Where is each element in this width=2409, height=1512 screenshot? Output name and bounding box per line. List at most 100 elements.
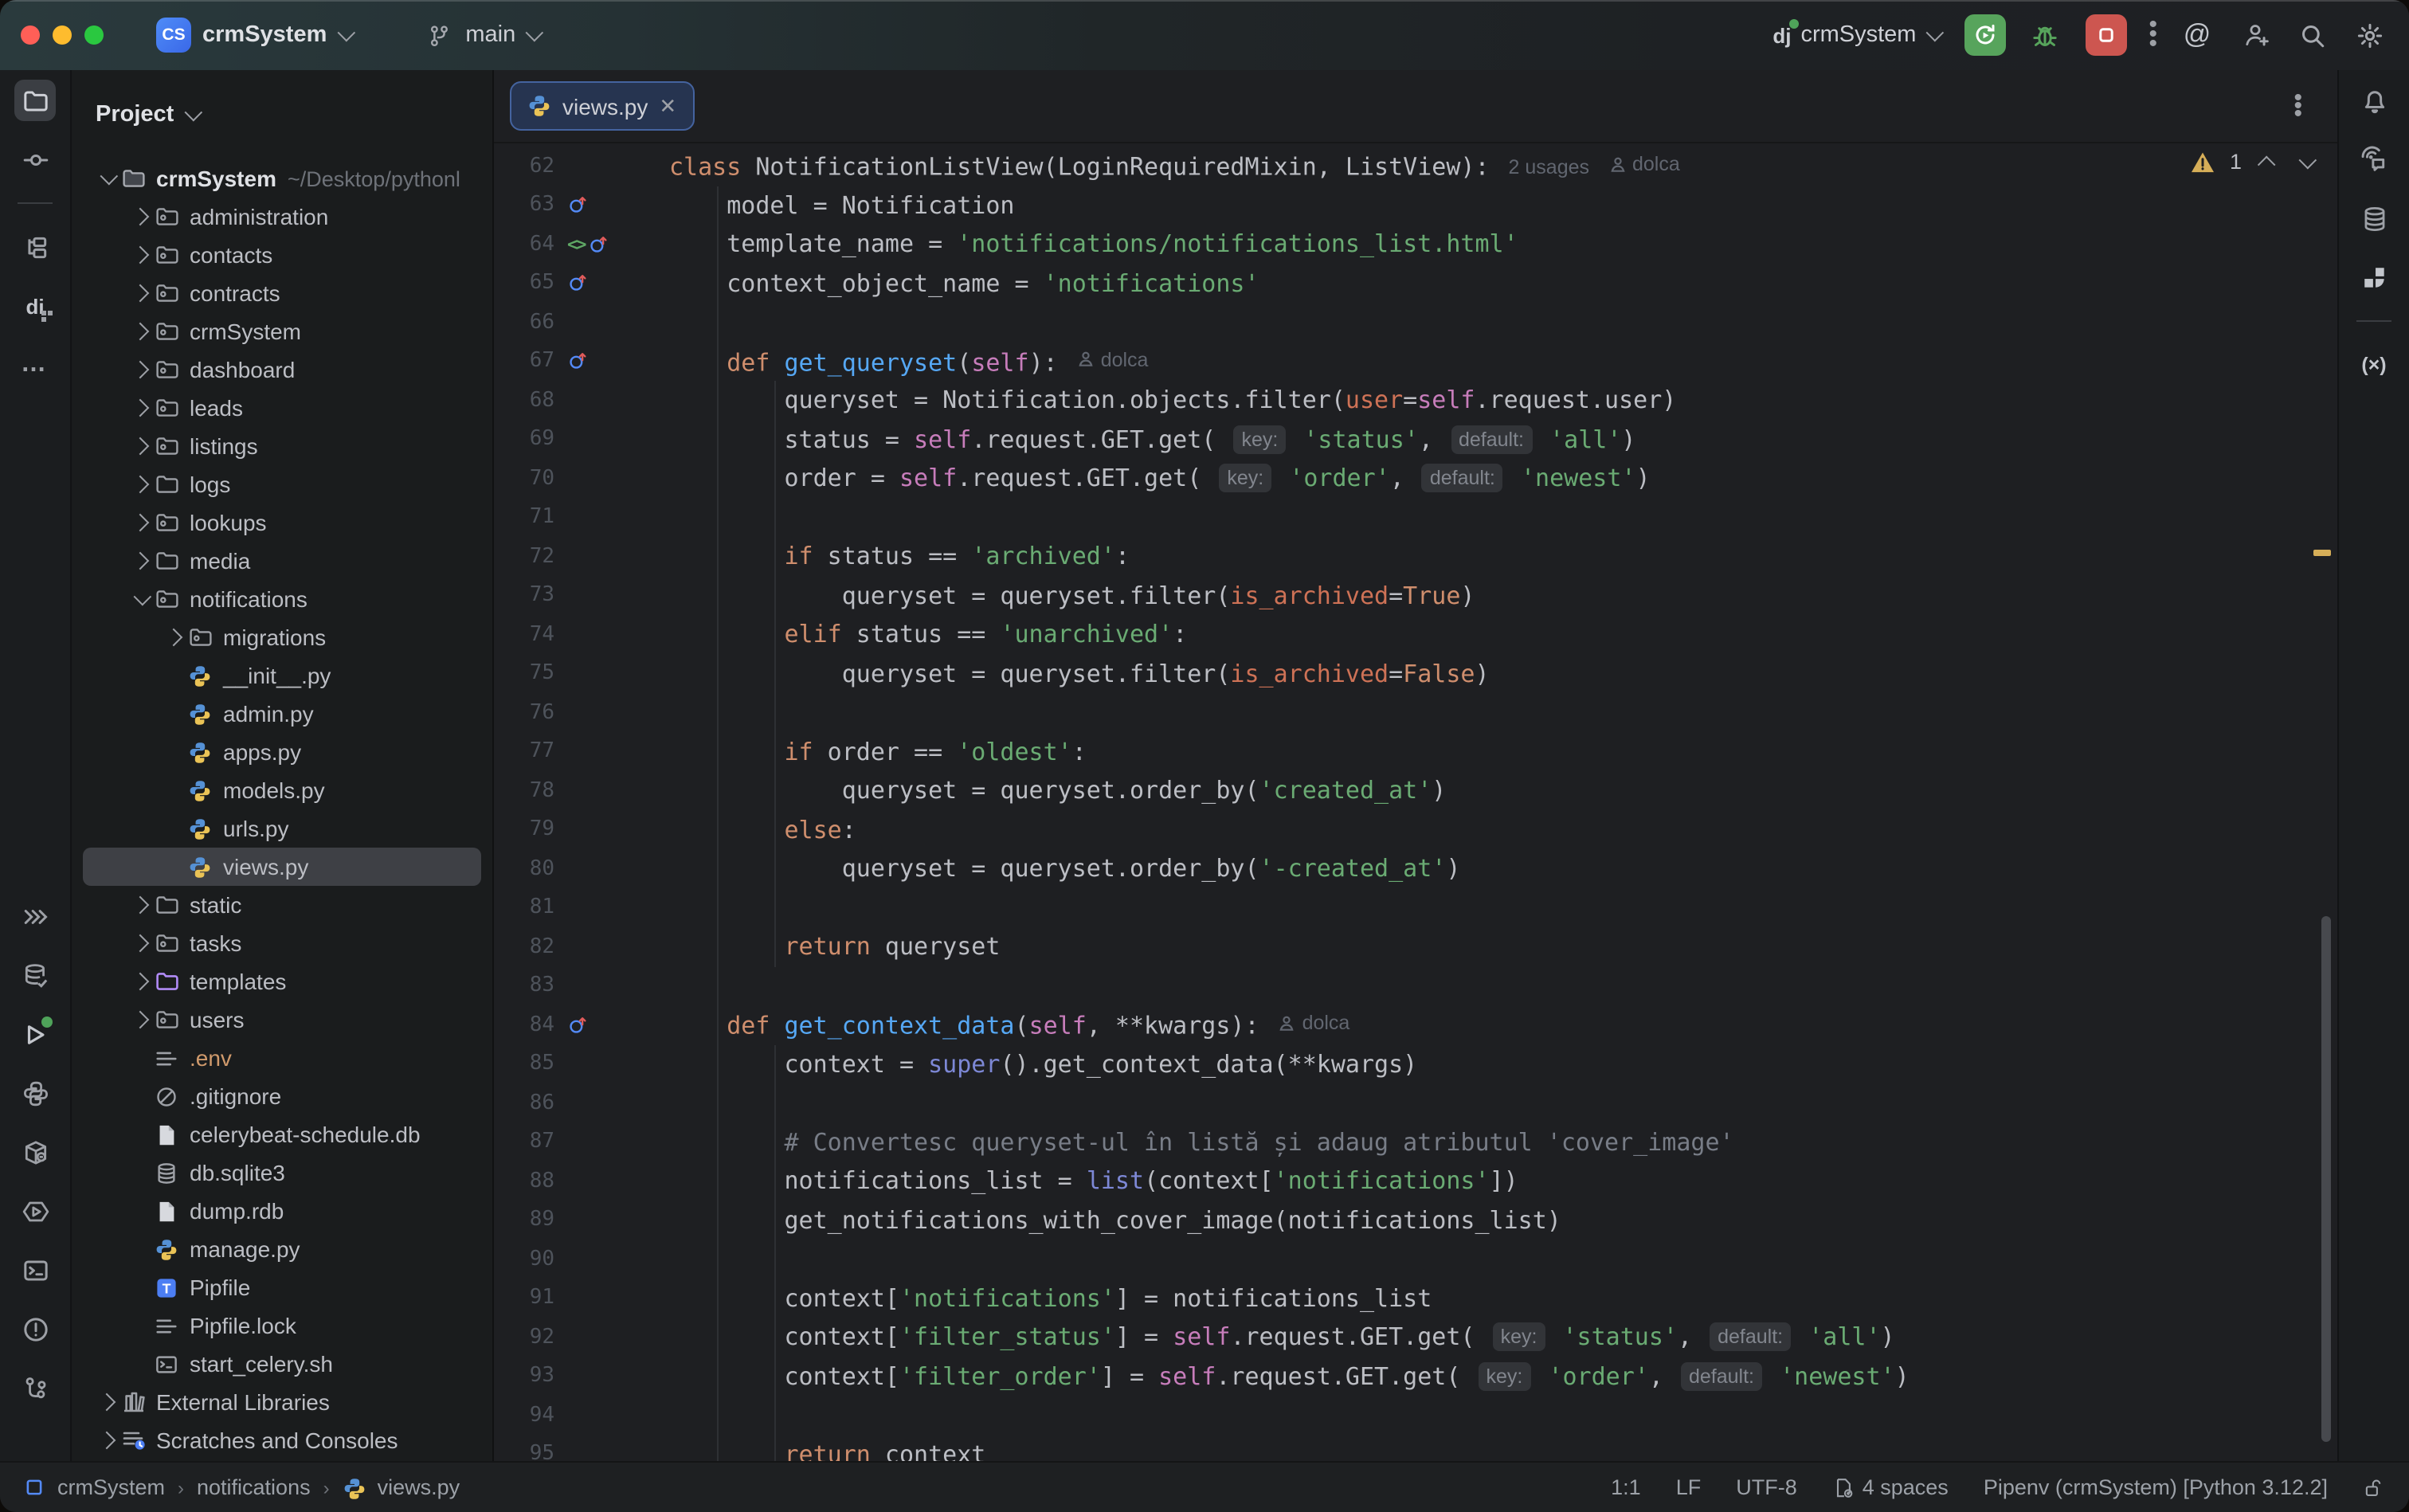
breadcrumb-project[interactable]: crmSystem: [57, 1475, 165, 1499]
tree-item-listings[interactable]: listings: [83, 427, 481, 465]
tree-item--env[interactable]: .env: [83, 1039, 481, 1077]
line-number[interactable]: 64: [494, 233, 554, 257]
code-text[interactable]: if order == 'oldest':: [669, 732, 1087, 771]
line-number[interactable]: 88: [494, 1169, 554, 1193]
problems-tool-icon[interactable]: [14, 1308, 56, 1349]
code-line-65[interactable]: 65 context_object_name = 'notifications': [494, 264, 2337, 303]
code-line-77[interactable]: 77 if order == 'oldest':: [494, 732, 2337, 771]
code-line-69[interactable]: 69 status = self.request.GET.get( key: '…: [494, 420, 2337, 459]
code-text[interactable]: # Convertesc queryset-ul în listă și ada…: [669, 1122, 1734, 1161]
tree-chevron-right-icon[interactable]: [127, 325, 153, 338]
tree-item-db-sqlite3[interactable]: db.sqlite3: [83, 1154, 481, 1192]
line-number[interactable]: 81: [494, 896, 554, 920]
python-interpreter[interactable]: Pipenv (crmSystem) [Python 3.12.2]: [1984, 1475, 2328, 1499]
line-number[interactable]: 84: [494, 1013, 554, 1037]
breadcrumb-package[interactable]: notifications: [197, 1475, 311, 1499]
close-tab-icon[interactable]: ✕: [659, 96, 676, 116]
code-region[interactable]: 62class NotificationListView(LoginRequir…: [494, 143, 2337, 1463]
line-number[interactable]: 72: [494, 545, 554, 569]
ai-assistant-tool-icon[interactable]: [2353, 139, 2395, 180]
run-tool-icon[interactable]: [14, 1013, 56, 1055]
code-line-82[interactable]: 82 return queryset: [494, 927, 2337, 966]
code-text[interactable]: context_object_name = 'notifications': [669, 264, 1259, 303]
author-inlay[interactable]: dolca: [1279, 1004, 1350, 1043]
code-line-74[interactable]: 74 elif status == 'unarchived':: [494, 615, 2337, 654]
tree-chevron-down-icon[interactable]: [127, 593, 153, 605]
code-text[interactable]: return context: [669, 1435, 985, 1463]
line-number[interactable]: 92: [494, 1326, 554, 1349]
line-number[interactable]: 63: [494, 194, 554, 217]
tree-item--gitignore[interactable]: .gitignore: [83, 1077, 481, 1115]
tree-item-lookups[interactable]: lookups: [83, 503, 481, 542]
line-number[interactable]: 73: [494, 584, 554, 608]
tree-chevron-right-icon[interactable]: [127, 937, 153, 950]
python-console-tool-icon[interactable]: [14, 1072, 56, 1114]
tree-chevron-right-icon[interactable]: [94, 1396, 119, 1408]
endpoints-variables-icon[interactable]: (×): [2353, 344, 2395, 386]
code-line-70[interactable]: 70 order = self.request.GET.get( key: 'o…: [494, 459, 2337, 498]
close-window-button[interactable]: [21, 25, 40, 45]
tree-chevron-right-icon[interactable]: [127, 402, 153, 414]
overrides-icon[interactable]: [567, 1015, 588, 1036]
line-number[interactable]: 77: [494, 740, 554, 764]
run-configuration-widget[interactable]: dj crmSystem: [1772, 22, 1938, 48]
line-number[interactable]: 74: [494, 623, 554, 647]
tree-item-contacts[interactable]: contacts: [83, 236, 481, 274]
hidden-windows-icon[interactable]: [14, 895, 56, 937]
previous-problem-icon[interactable]: [2258, 155, 2276, 174]
line-number[interactable]: 93: [494, 1365, 554, 1389]
tree-chevron-right-icon[interactable]: [94, 1434, 119, 1447]
tree-item-external-libraries[interactable]: External Libraries: [83, 1383, 481, 1421]
settings-gear-icon[interactable]: [2352, 18, 2387, 53]
tree-chevron-right-icon[interactable]: [127, 363, 153, 376]
code-text[interactable]: class NotificationListView(LoginRequired…: [669, 145, 1680, 187]
code-line-71[interactable]: 71: [494, 498, 2337, 537]
tree-item--init-py[interactable]: __init__.py: [83, 656, 481, 695]
line-number[interactable]: 71: [494, 506, 554, 530]
minimize-window-button[interactable]: [53, 25, 72, 45]
code-text[interactable]: status = self.request.GET.get( key: 'sta…: [669, 420, 1635, 459]
line-number[interactable]: 85: [494, 1052, 554, 1076]
code-text[interactable]: queryset = queryset.filter(is_archived=T…: [669, 576, 1475, 615]
code-line-85[interactable]: 85 context = super().get_context_data(**…: [494, 1044, 2337, 1083]
tree-chevron-down-icon[interactable]: [94, 172, 119, 185]
tree-item-apps-py[interactable]: apps.py: [83, 733, 481, 771]
breadcrumb-file[interactable]: views.py: [378, 1475, 460, 1499]
warning-stripe-mark[interactable]: [2313, 550, 2331, 556]
unlocked-icon[interactable]: [2363, 1476, 2384, 1498]
code-text[interactable]: notifications_list = list(context['notif…: [669, 1161, 1518, 1201]
code-line-75[interactable]: 75 queryset = queryset.filter(is_archive…: [494, 654, 2337, 693]
code-line-91[interactable]: 91 context['notifications'] = notificati…: [494, 1279, 2337, 1318]
related-template-icon[interactable]: <>: [567, 234, 586, 255]
code-line-84[interactable]: 84 def get_context_data(self, **kwargs):…: [494, 1005, 2337, 1044]
line-number[interactable]: 94: [494, 1404, 554, 1428]
code-text[interactable]: context = super().get_context_data(**kwa…: [669, 1044, 1417, 1083]
structure-tool-icon[interactable]: [14, 226, 56, 268]
line-number[interactable]: 87: [494, 1130, 554, 1154]
terminal-tool-icon[interactable]: [14, 1249, 56, 1291]
code-line-63[interactable]: 63 model = Notification: [494, 186, 2337, 225]
line-number[interactable]: 75: [494, 662, 554, 686]
maximize-window-button[interactable]: [84, 25, 104, 45]
code-line-83[interactable]: 83: [494, 966, 2337, 1005]
tree-item-templates[interactable]: templates: [83, 962, 481, 1001]
line-number[interactable]: 90: [494, 1248, 554, 1271]
code-text[interactable]: elif status == 'unarchived':: [669, 615, 1187, 654]
tree-item-leads[interactable]: leads: [83, 389, 481, 427]
tree-chevron-right-icon[interactable]: [127, 1013, 153, 1026]
tree-chevron-right-icon[interactable]: [127, 210, 153, 223]
file-encoding[interactable]: UTF-8: [1736, 1475, 1797, 1499]
tree-item-views-py[interactable]: views.py: [83, 848, 481, 886]
caret-position[interactable]: 1:1: [1611, 1475, 1641, 1499]
line-number[interactable]: 95: [494, 1443, 554, 1463]
code-line-76[interactable]: 76: [494, 693, 2337, 732]
code-line-90[interactable]: 90: [494, 1240, 2337, 1279]
code-text[interactable]: queryset = queryset.order_by('created_at…: [669, 771, 1446, 810]
tree-item-dashboard[interactable]: dashboard: [83, 351, 481, 389]
tree-item-contracts[interactable]: contracts: [83, 274, 481, 312]
code-line-73[interactable]: 73 queryset = queryset.filter(is_archive…: [494, 576, 2337, 615]
code-line-94[interactable]: 94: [494, 1396, 2337, 1435]
code-text[interactable]: if status == 'archived':: [669, 537, 1130, 576]
more-actions-icon[interactable]: •••: [2149, 21, 2157, 49]
line-number[interactable]: 91: [494, 1287, 554, 1310]
